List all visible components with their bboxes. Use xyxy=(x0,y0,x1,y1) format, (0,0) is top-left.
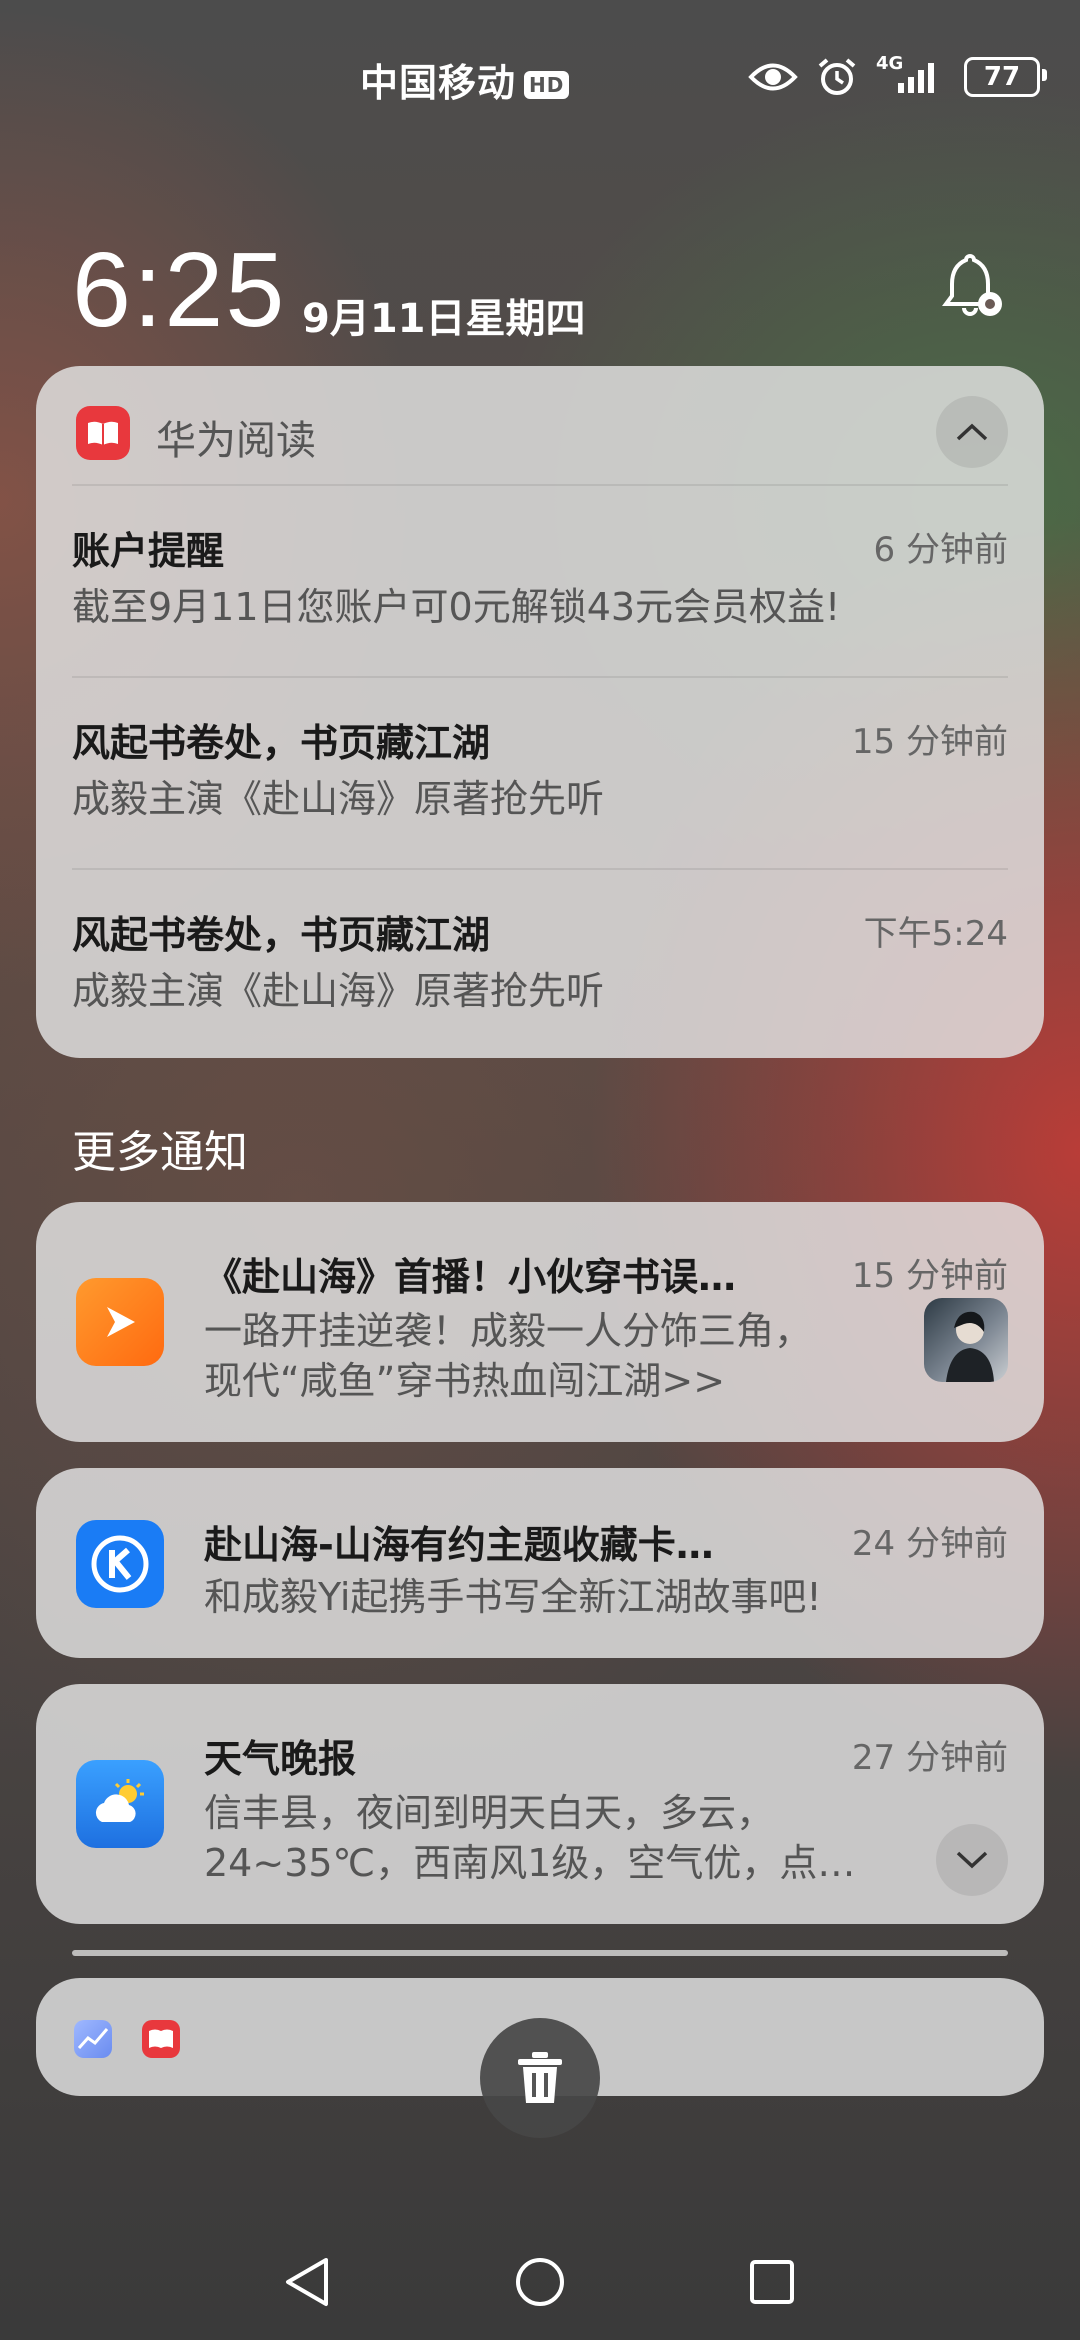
notification-time: 15 分钟前 xyxy=(851,1256,1008,1296)
status-bar: 中国移动 HD 4G 77 xyxy=(0,0,1080,150)
message-body: 成毅主演《赴山海》原著抢先听 xyxy=(72,777,605,821)
date-label: 9月11日星期四 xyxy=(302,296,586,342)
group-header: 华为阅读 xyxy=(36,366,1044,484)
home-button[interactable] xyxy=(512,2254,568,2310)
group-message[interactable]: 账户提醒 6 分钟前 截至9月11日您账户可0元解锁43元会员权益! xyxy=(72,484,1008,676)
notification-time: 27 分钟前 xyxy=(851,1738,1008,1778)
chevron-down-icon xyxy=(956,1851,988,1869)
notification-body-line: 一路开挂逆袭！成毅一人分饰三角， xyxy=(204,1309,813,1353)
recents-button[interactable] xyxy=(744,2254,800,2310)
eye-icon xyxy=(748,63,798,91)
alarm-icon xyxy=(818,58,856,95)
notification-body-line: 24~35℃，西南风1级，空气优，点… xyxy=(204,1841,856,1885)
stack-indicator xyxy=(72,1950,1008,1956)
notification-title: 《赴山海》首播！小伙穿书误… xyxy=(204,1255,737,1299)
collapse-button[interactable] xyxy=(936,396,1008,468)
message-title: 风起书卷处，书页藏江湖 xyxy=(72,721,491,765)
signal-icon: 4G xyxy=(876,53,946,97)
group-app-name: 华为阅读 xyxy=(156,418,316,464)
stocks-app-icon xyxy=(74,2020,112,2058)
divider xyxy=(72,868,1008,870)
battery-indicator: 77 xyxy=(964,57,1047,97)
notification-time: 24 分钟前 xyxy=(851,1524,1008,1564)
notification-title: 天气晚报 xyxy=(204,1737,357,1781)
status-icons: 4G 77 xyxy=(748,53,1047,98)
notification-body: 和成毅Yi起携手书写全新江湖故事吧! xyxy=(204,1575,822,1619)
huawei-reader-icon xyxy=(76,406,130,460)
notification-body: 一路开挂逆袭！成毅一人分饰三角， 现代“咸鱼”穿书热血闯江湖>> xyxy=(204,1306,812,1406)
divider xyxy=(72,676,1008,678)
message-body: 截至9月11日您账户可0元解锁43元会员权益! xyxy=(72,585,841,629)
huawei-reader-icon xyxy=(142,2020,180,2058)
hd-badge: HD xyxy=(524,71,570,99)
notification-body: 信丰县，夜间到明天白天，多云， 24~35℃，西南风1级，空气优，点… xyxy=(204,1788,855,1888)
kugou-notification[interactable]: 赴山海-山海有约主题收藏卡… 24 分钟前 和成毅Yi起携手书写全新江湖故事吧! xyxy=(36,1468,1044,1658)
kugou-app-icon xyxy=(76,1520,164,1608)
battery-level: 77 xyxy=(983,62,1021,92)
clear-all-button[interactable] xyxy=(480,2018,600,2138)
notification-body-line: 信丰县，夜间到明天白天，多云， xyxy=(204,1791,775,1835)
back-button[interactable] xyxy=(280,2254,336,2310)
message-time: 15 分钟前 xyxy=(851,722,1008,762)
group-message[interactable]: 风起书卷处，书页藏江湖 15 分钟前 成毅主演《赴山海》原著抢先听 xyxy=(72,676,1008,868)
chevron-up-icon xyxy=(956,423,988,441)
message-title: 账户提醒 xyxy=(72,529,225,573)
notification-body-line: 现代“咸鱼”穿书热血闯江湖>> xyxy=(204,1359,726,1403)
expand-button[interactable] xyxy=(936,1824,1008,1896)
weather-app-icon xyxy=(76,1760,164,1848)
message-time: 6 分钟前 xyxy=(873,530,1008,570)
carrier-label: 中国移动 HD xyxy=(360,52,570,107)
thumbnail-image xyxy=(924,1298,1008,1382)
message-body: 成毅主演《赴山海》原著抢先听 xyxy=(72,969,605,1013)
message-title: 风起书卷处，书页藏江湖 xyxy=(72,913,491,957)
group-message[interactable]: 风起书卷处，书页藏江湖 下午5:24 成毅主演《赴山海》原著抢先听 xyxy=(72,868,1008,1058)
navigation-bar xyxy=(0,2240,1080,2320)
video-notification[interactable]: 《赴山海》首播！小伙穿书误… 15 分钟前 一路开挂逆袭！成毅一人分饰三角， 现… xyxy=(36,1202,1044,1442)
more-notifications-label: 更多通知 xyxy=(72,1127,248,1178)
reader-notification-group[interactable]: 华为阅读 账户提醒 6 分钟前 截至9月11日您账户可0元解锁43元会员权益! … xyxy=(36,366,1044,1058)
clock: 6:25 xyxy=(72,231,287,349)
notification-title: 赴山海-山海有约主题收藏卡… xyxy=(204,1523,714,1567)
weather-notification[interactable]: 天气晚报 27 分钟前 信丰县，夜间到明天白天，多云， 24~35℃，西南风1级… xyxy=(36,1684,1044,1924)
message-time: 下午5:24 xyxy=(863,914,1008,954)
trash-icon xyxy=(518,2052,562,2103)
video-app-icon xyxy=(76,1278,164,1366)
divider xyxy=(72,484,1008,486)
carrier-name: 中国移动 xyxy=(360,61,517,105)
notification-settings-icon[interactable] xyxy=(936,252,1006,322)
